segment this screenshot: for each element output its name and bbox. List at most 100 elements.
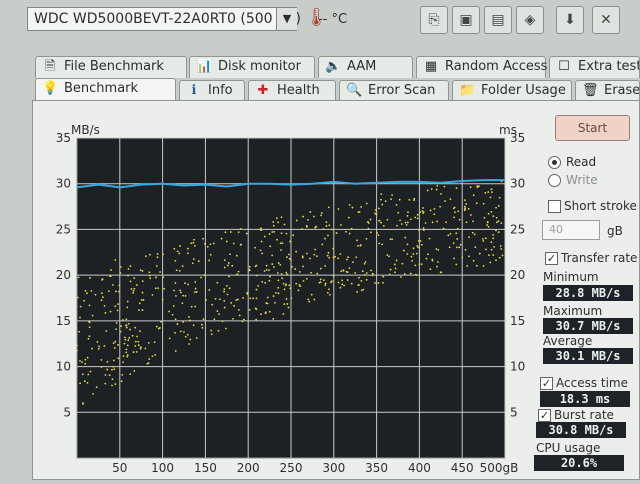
options-icon[interactable]: ◈ [516, 6, 544, 34]
y-axis-label-left: MB/s [71, 123, 100, 137]
exit-icon[interactable]: ✕ [592, 6, 620, 34]
access-time-point [120, 380, 123, 383]
short-stroke-spinner[interactable]: 40 [542, 220, 600, 240]
access-time-point [190, 305, 193, 308]
access-time-point [472, 259, 475, 262]
random-access-icon: ▦ [424, 59, 438, 74]
access-time-point [365, 272, 368, 274]
access-time-point [126, 306, 129, 309]
save-icon[interactable]: ▤ [484, 6, 512, 34]
access-time-point [455, 263, 458, 266]
access-time-point [449, 198, 452, 201]
read-label: Read [566, 155, 597, 169]
tab-extra-tests[interactable]: ☐Extra tests [549, 56, 640, 78]
access-time-point [288, 253, 290, 256]
access-time-point [115, 290, 117, 293]
access-time-point [139, 330, 141, 333]
y-tick-label-right: 20 [510, 268, 525, 282]
access-time-point [337, 281, 340, 284]
tab-info[interactable]: ℹ Info [179, 80, 245, 102]
access-time-point [430, 188, 433, 190]
access-time-point [194, 287, 197, 290]
access-time-point [382, 275, 385, 278]
access-time-point [301, 256, 304, 259]
access-time-point [151, 355, 154, 358]
access-time-point [455, 232, 458, 235]
access-time-point [154, 287, 157, 290]
access-time-point [151, 294, 154, 296]
access-time-point [469, 186, 472, 189]
access-time-point [428, 237, 431, 240]
access-time-point [377, 207, 380, 210]
download-icon[interactable]: ⬇ [556, 6, 584, 34]
access-time-point [348, 232, 351, 235]
tab-erase[interactable]: 🗑 Erase [575, 80, 640, 102]
tab-disk-monitor[interactable]: 📊 Disk monitor [189, 56, 315, 78]
y-tick-label-left: 35 [56, 131, 71, 145]
access-time-point [365, 202, 368, 205]
copy-image-icon[interactable]: ▣ [452, 6, 480, 34]
tab-file-benchmark[interactable]: 🗎 File Benchmark [35, 56, 187, 78]
access-time-point [427, 253, 429, 256]
access-time-point [193, 238, 196, 241]
access-time-point [260, 240, 263, 243]
access-time-point [175, 294, 177, 297]
access-time-point [380, 198, 382, 201]
drive-select[interactable]: WDC WD5000BEVT-22A0RT0 (500 gB) [27, 7, 301, 31]
access-time-point [297, 289, 300, 292]
tab-random-access[interactable]: ▦ Random Access [416, 56, 547, 78]
access-time-point [305, 277, 308, 280]
access-time-point [119, 272, 122, 274]
transfer-rate-checkbox[interactable]: ✓ [545, 252, 558, 265]
tab-health[interactable]: ✚ Health [248, 80, 336, 102]
tab-benchmark[interactable]: 💡 Benchmark [35, 78, 176, 100]
access-time-point [223, 259, 226, 261]
x-tick-label: 400 [408, 461, 431, 475]
temperature-readout: -- °C [318, 12, 348, 27]
access-time-point [487, 212, 490, 215]
access-time-point [281, 242, 284, 245]
access-time-point [435, 188, 438, 191]
access-time-point [116, 309, 119, 312]
access-time-point [124, 338, 127, 341]
access-time-point [263, 270, 266, 272]
access-time-point [437, 261, 439, 263]
burst-rate-checkbox[interactable]: ✓ [538, 409, 551, 422]
access-time-point [273, 266, 275, 268]
access-time-point [197, 260, 200, 263]
access-time-point [206, 245, 209, 248]
tab-error-scan[interactable]: 🔍 Error Scan [339, 80, 449, 102]
access-time-point [261, 252, 263, 255]
access-time-point [216, 281, 219, 284]
access-time-point [265, 264, 268, 267]
access-time-point [313, 215, 315, 218]
chevron-down-icon[interactable]: ▼ [276, 8, 297, 30]
tab-aam[interactable]: 🔈 AAM [318, 56, 413, 78]
write-radio[interactable] [548, 174, 561, 187]
access-time-point [132, 291, 135, 294]
access-time-point [469, 214, 472, 216]
access-time-point [371, 274, 374, 277]
access-time-point [404, 236, 407, 239]
read-radio[interactable] [548, 156, 561, 169]
access-time-point [132, 351, 135, 353]
access-time-point [356, 239, 358, 242]
access-time-point [86, 292, 88, 295]
access-time-point [114, 383, 117, 385]
start-button[interactable]: Start [555, 115, 630, 141]
access-time-point [464, 248, 467, 251]
y-tick-label-left: 5 [63, 405, 71, 419]
access-time-point [306, 252, 308, 255]
access-time-point [478, 185, 480, 188]
access-time-point [138, 302, 141, 305]
tab-folder-usage[interactable]: 📁 Folder Usage [452, 80, 572, 102]
access-time-point [280, 216, 283, 219]
access-time-point [211, 303, 214, 306]
access-time-point [144, 347, 147, 350]
access-time-point [433, 207, 436, 210]
copy-text-icon[interactable]: ⎘ [420, 6, 448, 34]
access-time-point [148, 271, 151, 274]
short-stroke-checkbox[interactable] [548, 200, 561, 213]
access-time-checkbox[interactable]: ✓ [540, 377, 553, 390]
access-time-point [348, 204, 351, 206]
